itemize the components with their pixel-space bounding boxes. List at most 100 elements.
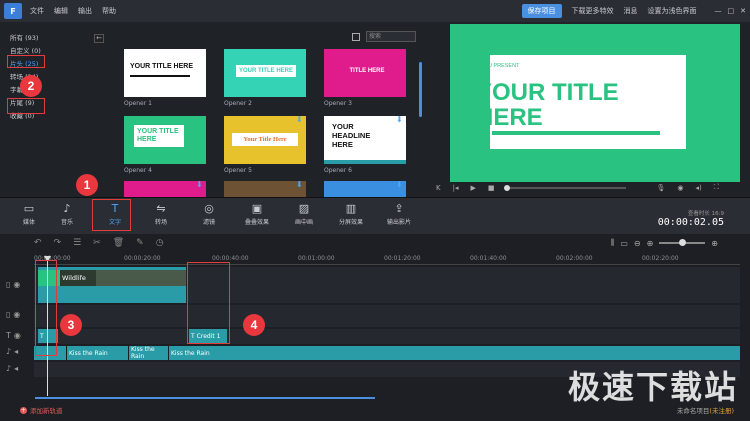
light-theme-link[interactable]: 设置为浅色界面 [648,6,697,16]
preview-title: YOUR TITLE HERE [476,79,619,131]
highlight-box-opener-clip [35,260,57,356]
tool-transition[interactable]: ⇋ 转场 [142,202,180,232]
tile-opener-8[interactable]: ⬇ [224,181,306,197]
library-scrollbar[interactable] [419,62,422,117]
grid-view-icon[interactable] [352,32,360,41]
download-icon[interactable]: ⬇ [396,116,404,124]
project-title: 未命名项目 [676,407,710,415]
tool-label: 转场 [154,219,167,226]
zoom-slider[interactable] [659,239,706,246]
highlight-box-text-tool [92,199,131,231]
clock-icon[interactable]: ◷ [156,238,164,248]
ruler-tick: 00:01:20:00 [384,255,421,262]
tool-music[interactable]: ♪ 音乐 [48,202,86,232]
menu-help[interactable]: 帮助 [102,6,116,16]
cut-icon[interactable]: ✂ [93,238,101,248]
tool-export[interactable]: ⇪ 输出影片 [380,202,418,232]
tool-label: 滤镜 [202,219,215,226]
video-clip-thumb: Wildlife [60,270,96,286]
zoom-plus-icon[interactable]: ⊕ [711,239,718,248]
progress-knob[interactable] [504,184,511,191]
volume-icon[interactable]: ◂) [695,184,701,192]
undo-icon[interactable]: ↶ [34,238,42,248]
text-track[interactable] [34,329,740,344]
download-icon[interactable]: ⬇ [296,181,304,189]
maximize-icon[interactable]: □ [728,7,735,15]
prev-frame-icon[interactable]: |◂ [453,184,459,192]
menu-export[interactable]: 输出 [78,6,92,16]
search-input[interactable]: 搜索 [366,31,416,42]
tool-media[interactable]: ▭ 媒体 [10,202,48,232]
skip-start-icon[interactable]: K [436,184,441,192]
download-icon[interactable]: ⬇ [196,181,204,189]
edit-icon[interactable]: ✎ [136,238,144,248]
delete-icon[interactable]: 🗑 [113,238,124,248]
eye-icon[interactable]: ◉ [14,331,21,340]
fit-icon[interactable]: ▭ [620,239,628,248]
stop-icon[interactable]: ■ [488,184,495,192]
preview-bar [492,131,660,135]
tile-opener-2[interactable]: YOUR TITLE HERE [224,49,306,97]
main-menu: 文件 编辑 输出 帮助 [30,6,116,16]
tile-text: YOUR TITLE HERE [134,125,184,147]
preview-progress[interactable] [504,184,627,191]
zoom-knob[interactable] [679,239,687,246]
tile-opener-5[interactable]: Your Title Here ⬇ [224,116,306,164]
mic-icon[interactable]: 🎙 [656,184,665,192]
annotation-badge: 3 [60,314,82,336]
tool-split-screen[interactable]: ▥ 分屏效果 [332,202,370,232]
tile-opener-1[interactable]: YOUR TITLE HERE [124,49,206,97]
video-track-icon: ▯ [6,310,11,319]
audio-clip[interactable]: Kiss the Rain [66,346,128,360]
menu-edit[interactable]: 编辑 [54,6,68,16]
timeline-scrollbar[interactable] [35,397,375,399]
music-icon: ♪ [6,364,12,373]
tile-opener-9[interactable]: ⬇ [324,181,406,197]
video-track-1-label: ▯ ◉ [6,280,32,289]
tile-opener-6[interactable]: YOUR HEADLINE HERE ⬇ [324,116,406,164]
tool-overlay[interactable]: ▣ 叠叠效果 [238,202,276,232]
audio-track-label: ♪ ◂ [6,347,32,356]
save-project-button[interactable]: 保存项目 [521,4,562,18]
speaker-icon[interactable]: ◂ [14,364,18,373]
audio-mixer-icon[interactable]: ⫼ [611,238,615,248]
collapse-sidebar-icon[interactable]: ← [94,34,104,43]
ruler-tick: 00:00:40:00 [212,255,249,262]
audio-clip[interactable]: Kiss the Rain [128,346,168,360]
audio-track-2-label: ♪ ◂ [6,364,32,373]
add-track-button[interactable]: + 添加新轨道 [20,405,63,415]
tile-text: TITLE HERE [349,68,385,74]
tile-text: YOUR TITLE HERE [236,65,296,77]
text-track-label: T ◉ [6,331,32,340]
add-icon: + [20,406,27,414]
download-icon[interactable]: ⬇ [296,116,304,124]
messages-link[interactable]: 消息 [624,6,638,16]
tile-opener-7[interactable]: ⬇ [124,181,206,197]
fullscreen-icon[interactable]: ⛶ [714,183,719,192]
redo-icon[interactable]: ↷ [54,238,62,248]
speaker-icon[interactable]: ◂ [14,347,18,356]
close-icon[interactable]: ✕ [740,7,746,15]
time-ruler[interactable]: 00:00:00:00 00:00:20:00 00:00:40:00 00:0… [34,255,740,265]
tile-opener-3[interactable]: TITLE HERE [324,49,406,97]
video-track-2[interactable] [34,305,740,327]
play-icon[interactable]: ▶ [470,184,475,192]
tool-filter[interactable]: ◎ 滤镜 [190,202,228,232]
settings-icon[interactable]: ☰ [73,238,81,248]
minimize-icon[interactable]: — [715,7,722,15]
tool-label: 媒体 [22,219,35,226]
eye-icon[interactable]: ◉ [13,280,20,289]
timecode-value: 00:00:02.05 [657,217,724,228]
download-effects-link[interactable]: 下载更多特效 [572,6,614,16]
snapshot-icon[interactable]: ◉ [677,184,683,192]
download-icon[interactable]: ⬇ [396,181,404,189]
audio-clip[interactable]: Kiss the Rain [168,346,258,360]
zoom-in-icon[interactable]: ⊕ [647,239,654,248]
menu-file[interactable]: 文件 [30,6,44,16]
tool-pip[interactable]: ▨ 画中画 [285,202,323,232]
eye-icon[interactable]: ◉ [13,310,20,319]
tile-opener-4[interactable]: YOUR TITLE HERE [124,116,206,164]
tile-text: Your Title Here [232,133,298,146]
annotation-badge: 4 [243,314,265,336]
zoom-out-icon[interactable]: ⊖ [634,239,641,248]
